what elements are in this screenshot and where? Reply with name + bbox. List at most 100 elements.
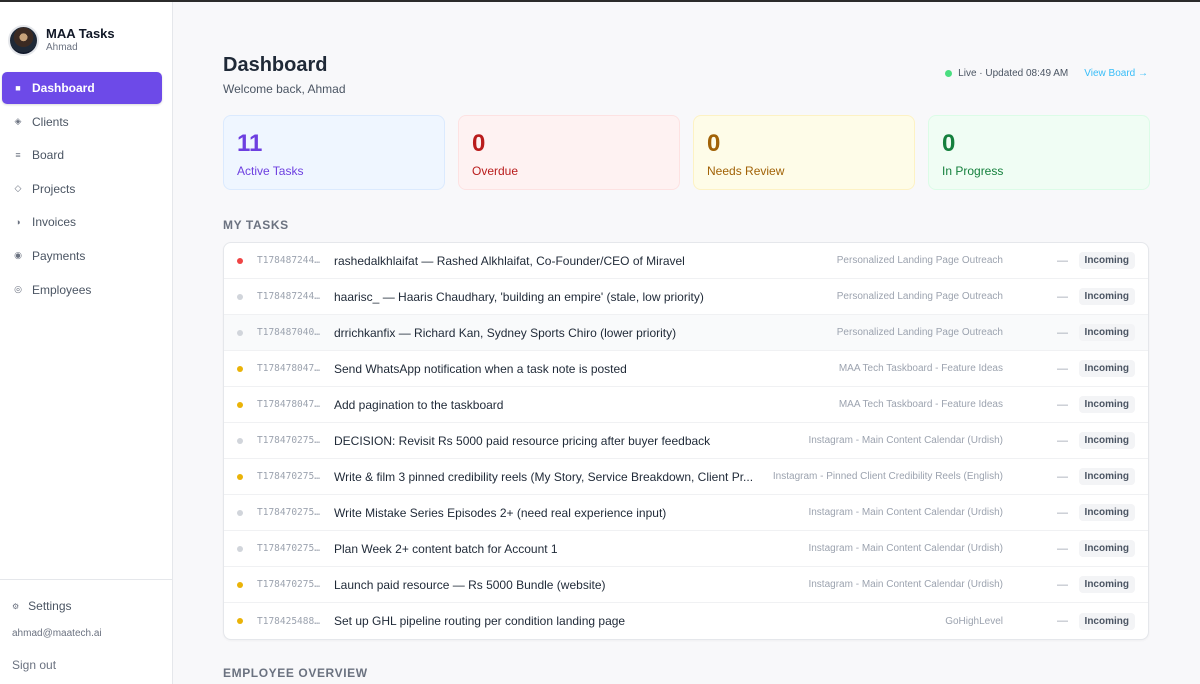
lines-icon: ≡ xyxy=(15,150,21,161)
employee-overview-heading: EMPLOYEE OVERVIEW xyxy=(223,666,368,680)
status-badge: Incoming xyxy=(1078,396,1135,413)
task-row[interactable]: T178425488… Set up GHL pipeline routing p… xyxy=(224,603,1148,639)
task-title: Write Mistake Series Episodes 2+ (need r… xyxy=(334,505,667,520)
status-badge: Incoming xyxy=(1078,540,1135,557)
task-row[interactable]: T178487040… drrichkanfix — Richard Kan, S… xyxy=(224,315,1148,351)
priority-dot-icon xyxy=(237,509,243,516)
task-due: — xyxy=(1057,578,1068,591)
sign-out-link[interactable]: Sign out xyxy=(12,658,160,676)
task-row[interactable]: T178470275… Write Mistake Series Episodes… xyxy=(224,495,1148,531)
view-board-link[interactable]: View Board → xyxy=(1084,68,1148,79)
task-id: T178478047… xyxy=(257,399,320,410)
stat-card-overdue[interactable]: 0 Overdue xyxy=(458,115,680,190)
settings-link[interactable]: ⚙ Settings xyxy=(12,596,160,616)
square-icon: ■ xyxy=(15,83,21,93)
brand: MAA Tasks Ahmad xyxy=(0,2,172,64)
status-badge: Incoming xyxy=(1078,612,1135,630)
task-row[interactable]: T178470275… Plan Week 2+ content batch fo… xyxy=(224,531,1148,567)
task-id: T178470275… xyxy=(257,543,320,554)
task-row[interactable]: T178470275… DECISION: Revisit Rs 5000 pai… xyxy=(224,423,1148,459)
task-title: Add pagination to the taskboard xyxy=(334,397,504,412)
sidebar-item-board[interactable]: ≡ Board xyxy=(2,139,162,171)
status-badge: Incoming xyxy=(1078,432,1135,449)
task-due: — xyxy=(1057,506,1068,519)
stat-label: In Progress xyxy=(942,164,1004,178)
task-title: haarisc_ — Haaris Chaudhary, 'building a… xyxy=(334,289,704,304)
task-row[interactable]: T178487244… haarisc_ — Haaris Chaudhary, … xyxy=(224,279,1148,315)
task-project: Personalized Landing Page Outreach xyxy=(836,291,1003,302)
sidebar: MAA Tasks Ahmad ■ Dashboard ◈ Clients ≡ Board… xyxy=(0,2,173,684)
user-email: ahmad@maatech.ai xyxy=(12,628,102,639)
task-row[interactable]: T178470275… Write & film 3 pinned credibi… xyxy=(224,459,1148,495)
task-row[interactable]: T178478047… Send WhatsApp notification wh… xyxy=(224,351,1148,387)
my-tasks-heading: MY TASKS xyxy=(223,218,289,232)
task-title: Plan Week 2+ content batch for Account 1 xyxy=(334,541,558,556)
task-id: T178478047… xyxy=(257,363,320,374)
sidebar-item-clients[interactable]: ◈ Clients xyxy=(2,106,162,138)
stat-value: 11 xyxy=(237,130,263,157)
task-id: T178470275… xyxy=(257,579,320,590)
priority-dot-icon xyxy=(237,329,243,336)
task-id: T178487244… xyxy=(257,255,320,266)
stat-label: Overdue xyxy=(472,164,519,178)
task-row[interactable]: T178487244… rashedalkhlaifat — Rashed Alk… xyxy=(224,243,1148,279)
sidebar-item-invoices[interactable]: ◑ Invoices xyxy=(2,206,162,238)
status-badge: Incoming xyxy=(1078,324,1135,341)
task-project: MAA Tech Taskboard - Feature Ideas xyxy=(838,399,1003,410)
dot-circle-icon: ◉ xyxy=(14,250,22,261)
priority-dot-icon xyxy=(237,293,243,300)
stat-label: Active Tasks xyxy=(237,164,304,178)
task-project: Instagram - Main Content Calendar (Urdis… xyxy=(808,543,1003,554)
sidebar-nav: ■ Dashboard ◈ Clients ≡ Board ◇ Projects ◑ Invoic… xyxy=(0,72,172,306)
sidebar-item-payments[interactable]: ◉ Payments xyxy=(2,240,162,272)
app-name: MAA Tasks xyxy=(46,26,115,41)
stats-cards: 11 Active Tasks 0 Overdue 0 Needs Review… xyxy=(223,115,1150,190)
ring-icon: ◎ xyxy=(14,284,22,295)
task-title: DECISION: Revisit Rs 5000 paid resource … xyxy=(334,433,711,448)
task-project: Instagram - Pinned Client Credibility Re… xyxy=(772,471,1003,482)
avatar[interactable] xyxy=(8,24,39,56)
task-due: — xyxy=(1057,254,1068,267)
live-status-text: Live · Updated 08:49 AM xyxy=(958,68,1069,79)
task-row[interactable]: T178478047… Add pagination to the taskboa… xyxy=(224,387,1148,423)
task-list: T178487244… rashedalkhlaifat — Rashed Alk… xyxy=(223,242,1149,640)
sidebar-item-projects[interactable]: ◇ Projects xyxy=(2,173,162,205)
task-id: T178425488… xyxy=(257,615,320,627)
task-id: T178470275… xyxy=(257,507,320,518)
stat-card-active-tasks[interactable]: 11 Active Tasks xyxy=(223,115,445,190)
task-due: — xyxy=(1057,434,1068,447)
priority-dot-icon xyxy=(237,257,243,264)
task-due: — xyxy=(1057,615,1068,627)
stat-card-in-progress[interactable]: 0 In Progress xyxy=(928,115,1150,190)
task-title: Send WhatsApp notification when a task n… xyxy=(334,361,627,376)
task-project: Instagram - Main Content Calendar (Urdis… xyxy=(808,435,1003,446)
sidebar-item-employees[interactable]: ◎ Employees xyxy=(2,274,162,306)
task-project: Personalized Landing Page Outreach xyxy=(836,255,1003,266)
stat-card-needs-review[interactable]: 0 Needs Review xyxy=(693,115,915,190)
settings-label: Settings xyxy=(28,599,72,613)
task-row[interactable]: T178470275… Launch paid resource — Rs 500… xyxy=(224,567,1148,603)
main-content: Dashboard Welcome back, Ahmad Live · Upd… xyxy=(173,2,1200,684)
live-dot-icon xyxy=(945,70,953,77)
status-badge: Incoming xyxy=(1078,252,1135,269)
status-badge: Incoming xyxy=(1078,288,1135,305)
sidebar-item-dashboard[interactable]: ■ Dashboard xyxy=(2,72,162,104)
status-badge: Incoming xyxy=(1078,576,1135,593)
task-title: Write & film 3 pinned credibility reels … xyxy=(334,469,754,484)
priority-dot-icon xyxy=(237,581,243,588)
page-title: Dashboard xyxy=(223,54,328,76)
user-name: Ahmad xyxy=(46,42,78,53)
task-title: rashedalkhlaifat — Rashed Alkhlaifat, Co… xyxy=(334,253,685,268)
sidebar-item-label: Payments xyxy=(32,248,86,263)
priority-dot-icon xyxy=(237,545,243,552)
task-due: — xyxy=(1057,470,1068,483)
task-id: T178470275… xyxy=(257,435,320,446)
stat-label: Needs Review xyxy=(707,164,785,178)
task-project: Instagram - Main Content Calendar (Urdis… xyxy=(808,507,1003,518)
status-badge: Incoming xyxy=(1078,504,1135,521)
stat-value: 0 xyxy=(942,130,956,157)
stat-value: 0 xyxy=(472,130,486,157)
priority-dot-icon xyxy=(237,401,243,408)
task-id: T178487244… xyxy=(257,291,320,302)
welcome-text: Welcome back, Ahmad xyxy=(223,82,346,96)
